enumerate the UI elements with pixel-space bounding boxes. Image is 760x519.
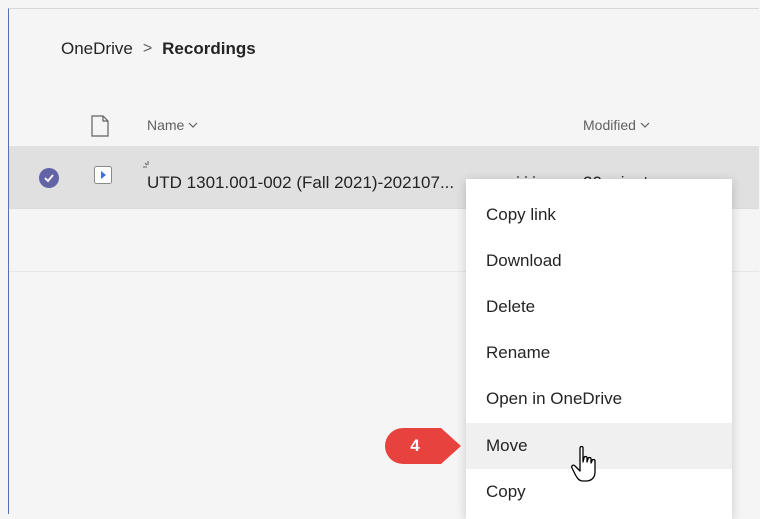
- chevron-down-icon: [188, 122, 198, 128]
- breadcrumb: OneDrive > Recordings: [61, 39, 256, 59]
- breadcrumb-separator: >: [142, 40, 153, 57]
- file-name[interactable]: UTD 1301.001-002 (Fall 2021)-202107...: [147, 173, 454, 193]
- name-column-label: Name: [147, 117, 185, 133]
- row-checkbox[interactable]: [39, 168, 59, 188]
- menu-item-copy-link[interactable]: Copy link: [466, 192, 732, 238]
- menu-item-rename[interactable]: Rename: [466, 330, 732, 376]
- step-number: 4: [410, 436, 420, 455]
- modified-column-header[interactable]: Modified: [583, 117, 650, 133]
- menu-item-download[interactable]: Download: [466, 238, 732, 284]
- checkmark-icon: [44, 174, 54, 183]
- hand-pointer-cursor-icon: [571, 445, 596, 482]
- file-type-icon: [91, 115, 109, 137]
- breadcrumb-onedrive[interactable]: OneDrive: [61, 39, 133, 59]
- video-file-icon: [94, 166, 112, 184]
- chevron-down-icon: [640, 122, 650, 128]
- breadcrumb-current: Recordings: [162, 39, 256, 58]
- sync-indicator-icon: [143, 161, 149, 168]
- name-column-header[interactable]: Name: [147, 117, 198, 133]
- modified-column-label: Modified: [583, 117, 636, 133]
- column-header-row: Name Modified: [9, 97, 759, 145]
- menu-item-open-in-onedrive[interactable]: Open in OneDrive: [466, 376, 732, 422]
- menu-item-delete[interactable]: Delete: [466, 284, 732, 330]
- step-callout-badge: 4: [383, 426, 463, 466]
